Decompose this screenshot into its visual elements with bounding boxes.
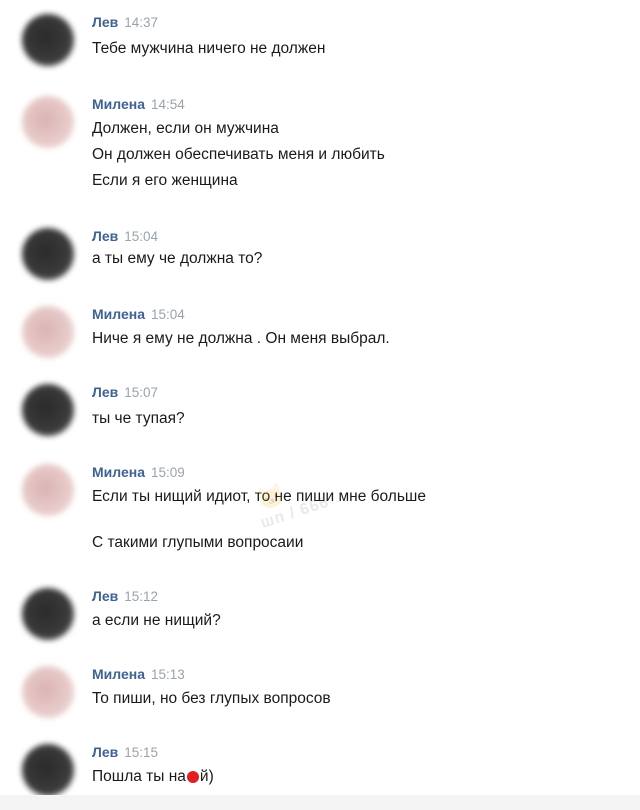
author-name[interactable]: Лев (92, 228, 118, 244)
avatar[interactable] (22, 96, 74, 148)
message-time: 15:04 (151, 307, 185, 322)
message-text: Пошла ты на й) (92, 768, 214, 786)
message-text: Он должен обеспечивать меня и любить (92, 146, 385, 163)
avatar[interactable] (22, 228, 74, 280)
avatar[interactable] (22, 306, 74, 358)
message-header: Лев 14:37 (92, 14, 158, 30)
message-header: Лев 15:12 (92, 588, 158, 604)
message-text: а если не нищий? (92, 612, 221, 629)
message-text: Тебе мужчина ничего не должен (92, 40, 326, 57)
message-time: 15:09 (151, 465, 185, 480)
message-text: а ты ему че должна то? (92, 250, 263, 267)
avatar[interactable] (22, 666, 74, 718)
author-name[interactable]: Милена (92, 96, 145, 112)
watermark: 🐱 шп / 666 (243, 466, 347, 551)
screen-edge (0, 795, 640, 810)
red-emoji-icon (186, 770, 199, 783)
message-text: Ниче я ему не должна . Он меня выбрал. (92, 330, 390, 347)
message-text-part: й) (199, 768, 214, 785)
chat-history: Лев 14:37 Тебе мужчина ничего не должен М… (0, 0, 640, 810)
author-name[interactable]: Милена (92, 666, 145, 682)
author-name[interactable]: Милена (92, 306, 145, 322)
message-header: Лев 15:15 (92, 744, 158, 760)
message-text-part: Пошла ты на (92, 768, 186, 785)
author-name[interactable]: Лев (92, 384, 118, 400)
message-time: 15:04 (124, 229, 159, 244)
message-header: Милена 15:13 (92, 666, 185, 682)
message-header: Милена 15:04 (92, 306, 185, 322)
message-time: 14:54 (151, 97, 185, 112)
message-header: Милена 15:09 (92, 464, 185, 480)
message-header: Лев 15:04 (92, 228, 158, 244)
avatar[interactable] (22, 744, 74, 796)
message-time: 15:13 (151, 667, 185, 682)
message-header: Милена 14:54 (92, 96, 185, 112)
author-name[interactable]: Лев (92, 14, 118, 30)
avatar[interactable] (22, 14, 74, 66)
avatar[interactable] (22, 588, 74, 640)
message-time: 15:15 (124, 745, 159, 760)
author-name[interactable]: Лев (92, 744, 118, 760)
avatar[interactable] (22, 464, 74, 516)
message-time: 15:12 (124, 589, 159, 604)
message-time: 15:07 (124, 385, 159, 400)
message-text: ты че тупая? (92, 410, 185, 427)
avatar[interactable] (22, 384, 74, 436)
author-name[interactable]: Милена (92, 464, 145, 480)
message-text: То пиши, но без глупых вопросов (92, 690, 331, 707)
message-text: Если я его женщина (92, 172, 238, 189)
author-name[interactable]: Лев (92, 588, 118, 604)
message-time: 14:37 (124, 15, 159, 30)
message-header: Лев 15:07 (92, 384, 158, 400)
message-text: Должен, если он мужчина (92, 120, 279, 137)
